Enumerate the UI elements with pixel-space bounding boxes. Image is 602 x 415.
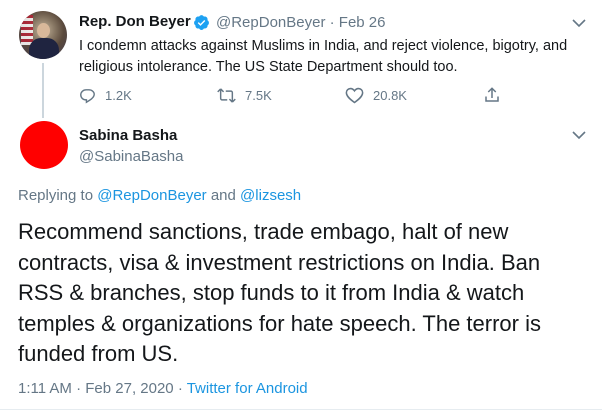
author-handle-date[interactable]: @RepDonBeyer · Feb 26 [216,14,385,31]
chevron-down-icon[interactable] [571,17,587,29]
mention-link-repdonbeyer[interactable]: @RepDonBeyer [97,187,206,204]
replying-to: Replying to @RepDonBeyer and @lizsesh [18,187,301,204]
reply-icon [80,88,95,104]
flag-graphic [21,15,33,45]
verified-badge-icon [194,15,209,30]
avatar-rep-don-beyer[interactable] [19,11,67,59]
author-name[interactable]: Sabina Basha [79,127,177,144]
replying-and: and [206,187,241,204]
avatar-head [37,23,50,38]
divider [0,409,602,410]
author-name[interactable]: Rep. Don Beyer [79,13,191,30]
tweet-text: I condemn attacks against Muslims in Ind… [79,38,568,75]
retweet-icon [217,87,236,103]
reply-count: 1.2K [105,87,132,103]
avatar-sabina-basha[interactable] [20,121,68,169]
like-count: 20.8K [373,87,407,103]
retweet-count: 7.5K [245,87,272,103]
retweet-button[interactable]: 7.5K [217,86,272,104]
avatar-suit [29,38,59,59]
author-handle[interactable]: @SabinaBasha [79,148,183,165]
reply-button[interactable]: 1.2K [79,86,132,104]
chevron-down-icon[interactable] [571,129,587,141]
mention-link-lizsesh[interactable]: @lizsesh [240,187,301,204]
timestamp[interactable]: 1:11 AM · Feb 27, 2020 · [18,380,187,397]
tweet-text-main: Recommend sanctions, trade embago, halt … [18,219,541,366]
tweet-meta: 1:11 AM · Feb 27, 2020 · Twitter for And… [18,380,308,397]
source-link[interactable]: Twitter for Android [187,380,308,397]
heart-icon [345,87,364,103]
like-button[interactable]: 20.8K [345,86,407,104]
share-icon [485,87,499,102]
replying-prefix: Replying to [18,187,98,204]
share-button[interactable] [483,86,510,104]
thread-line [42,63,44,118]
